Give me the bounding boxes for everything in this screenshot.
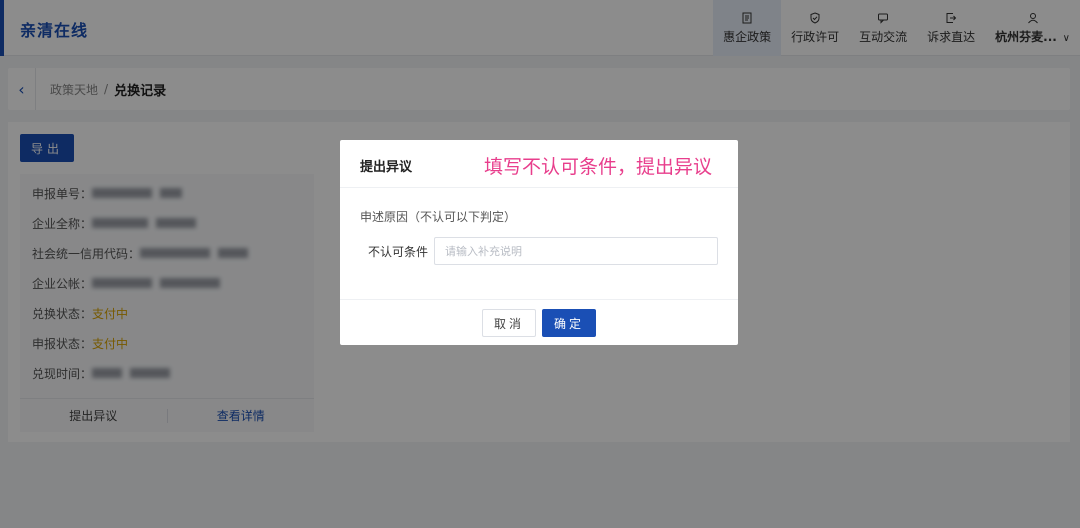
cancel-button[interactable]: 取消 <box>482 309 536 337</box>
annotation-text: 填写不认可条件，提出异议 <box>484 156 713 178</box>
modal-title: 提出异议 <box>360 160 413 175</box>
modal-footer: 取消 确定 <box>340 299 738 345</box>
confirm-button[interactable]: 确定 <box>542 309 596 337</box>
condition-input[interactable] <box>434 237 718 265</box>
reason-section-label: 申述原因（不认可以下判定） <box>360 210 517 224</box>
condition-field-label: 不认可条件 <box>368 245 429 259</box>
modal-header: 提出异议 填写不认可条件，提出异议 <box>340 140 738 188</box>
dispute-modal: 提出异议 填写不认可条件，提出异议 申述原因（不认可以下判定） 不认可条件 取消… <box>340 140 738 345</box>
